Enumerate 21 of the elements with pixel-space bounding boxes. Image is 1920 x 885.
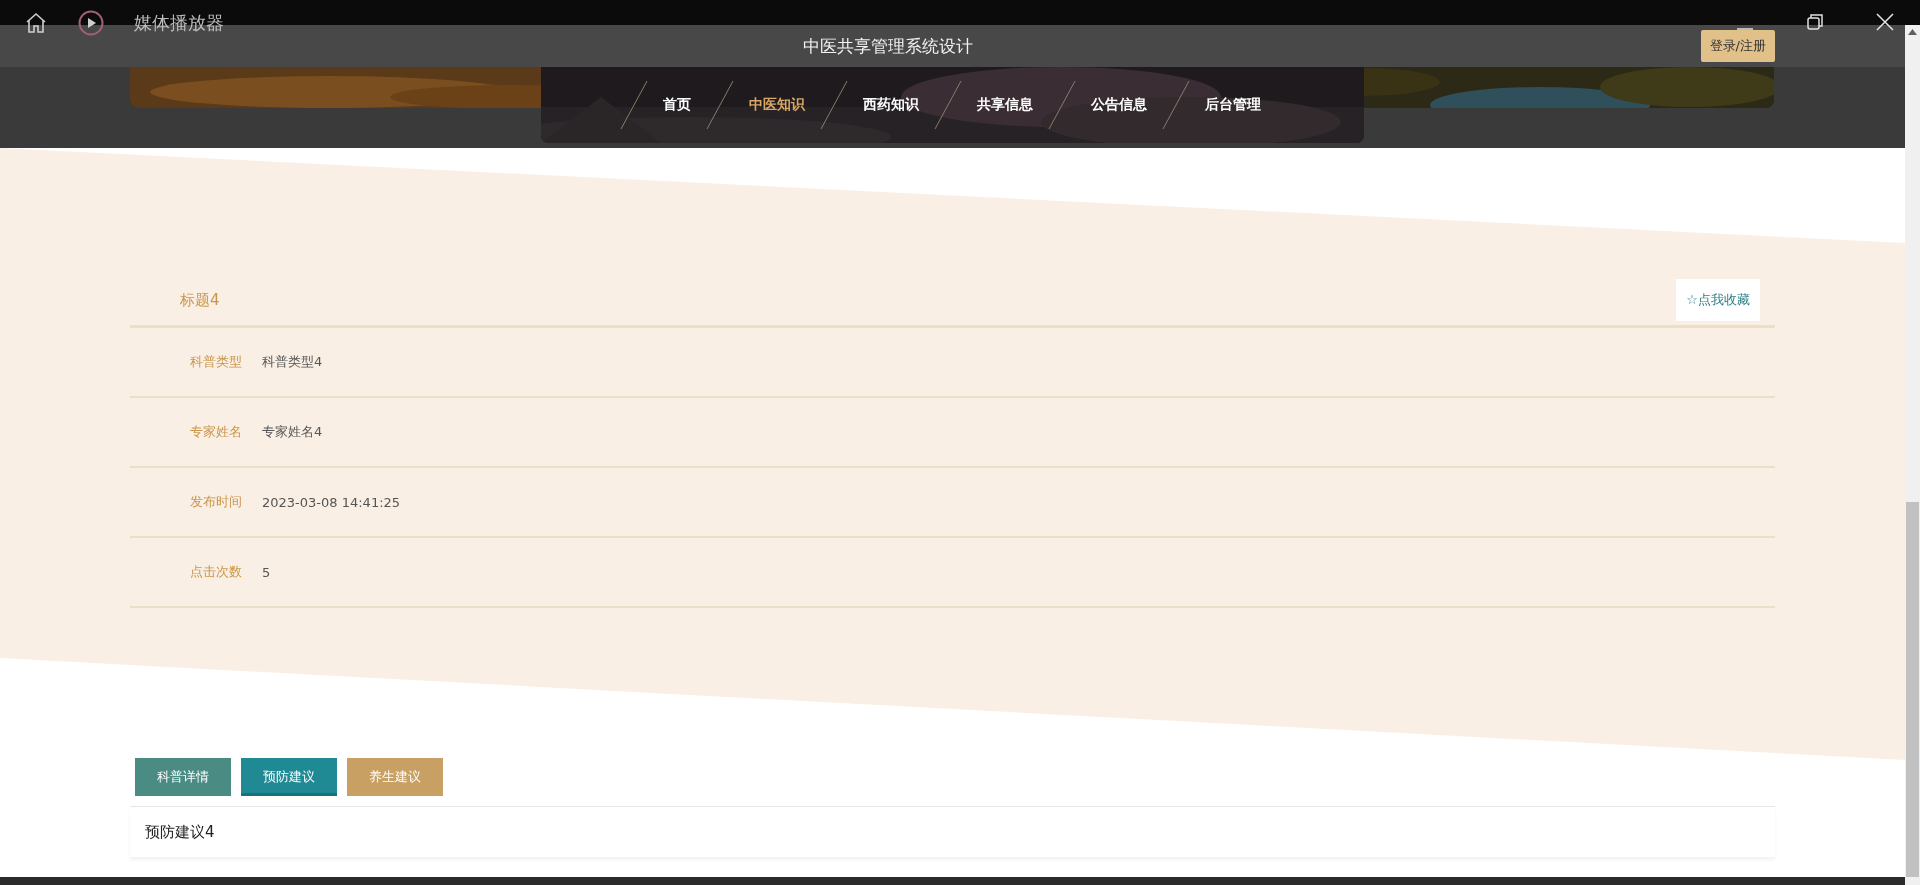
scrollbar-thumb[interactable]	[1906, 502, 1919, 877]
app-title: 媒体播放器	[134, 11, 224, 35]
restore-icon[interactable]	[1805, 12, 1825, 32]
field-value: 专家姓名4	[262, 423, 323, 441]
tab-content-text: 预防建议4	[145, 822, 215, 842]
field-label: 点击次数	[189, 563, 242, 581]
field-value: 5	[262, 564, 271, 580]
play-icon	[78, 10, 104, 36]
field-label: 科普类型	[189, 353, 242, 371]
close-icon[interactable]	[1875, 12, 1895, 32]
article-title: 标题4	[180, 290, 220, 310]
favorite-button[interactable]: ☆点我收藏	[1676, 279, 1760, 321]
field-label: 专家姓名	[189, 423, 242, 441]
field-value: 科普类型4	[262, 353, 323, 371]
field-label: 发布时间	[189, 493, 242, 511]
tab[interactable]: 预防建议	[241, 758, 337, 796]
site-title: 中医共享管理系统设计	[802, 34, 973, 58]
login-button[interactable]: 登录/注册	[1700, 30, 1775, 62]
field-value: 2023-03-08 14:41:25	[262, 494, 401, 510]
home-icon[interactable]	[24, 11, 48, 35]
tab[interactable]: 科普详情	[135, 758, 231, 796]
